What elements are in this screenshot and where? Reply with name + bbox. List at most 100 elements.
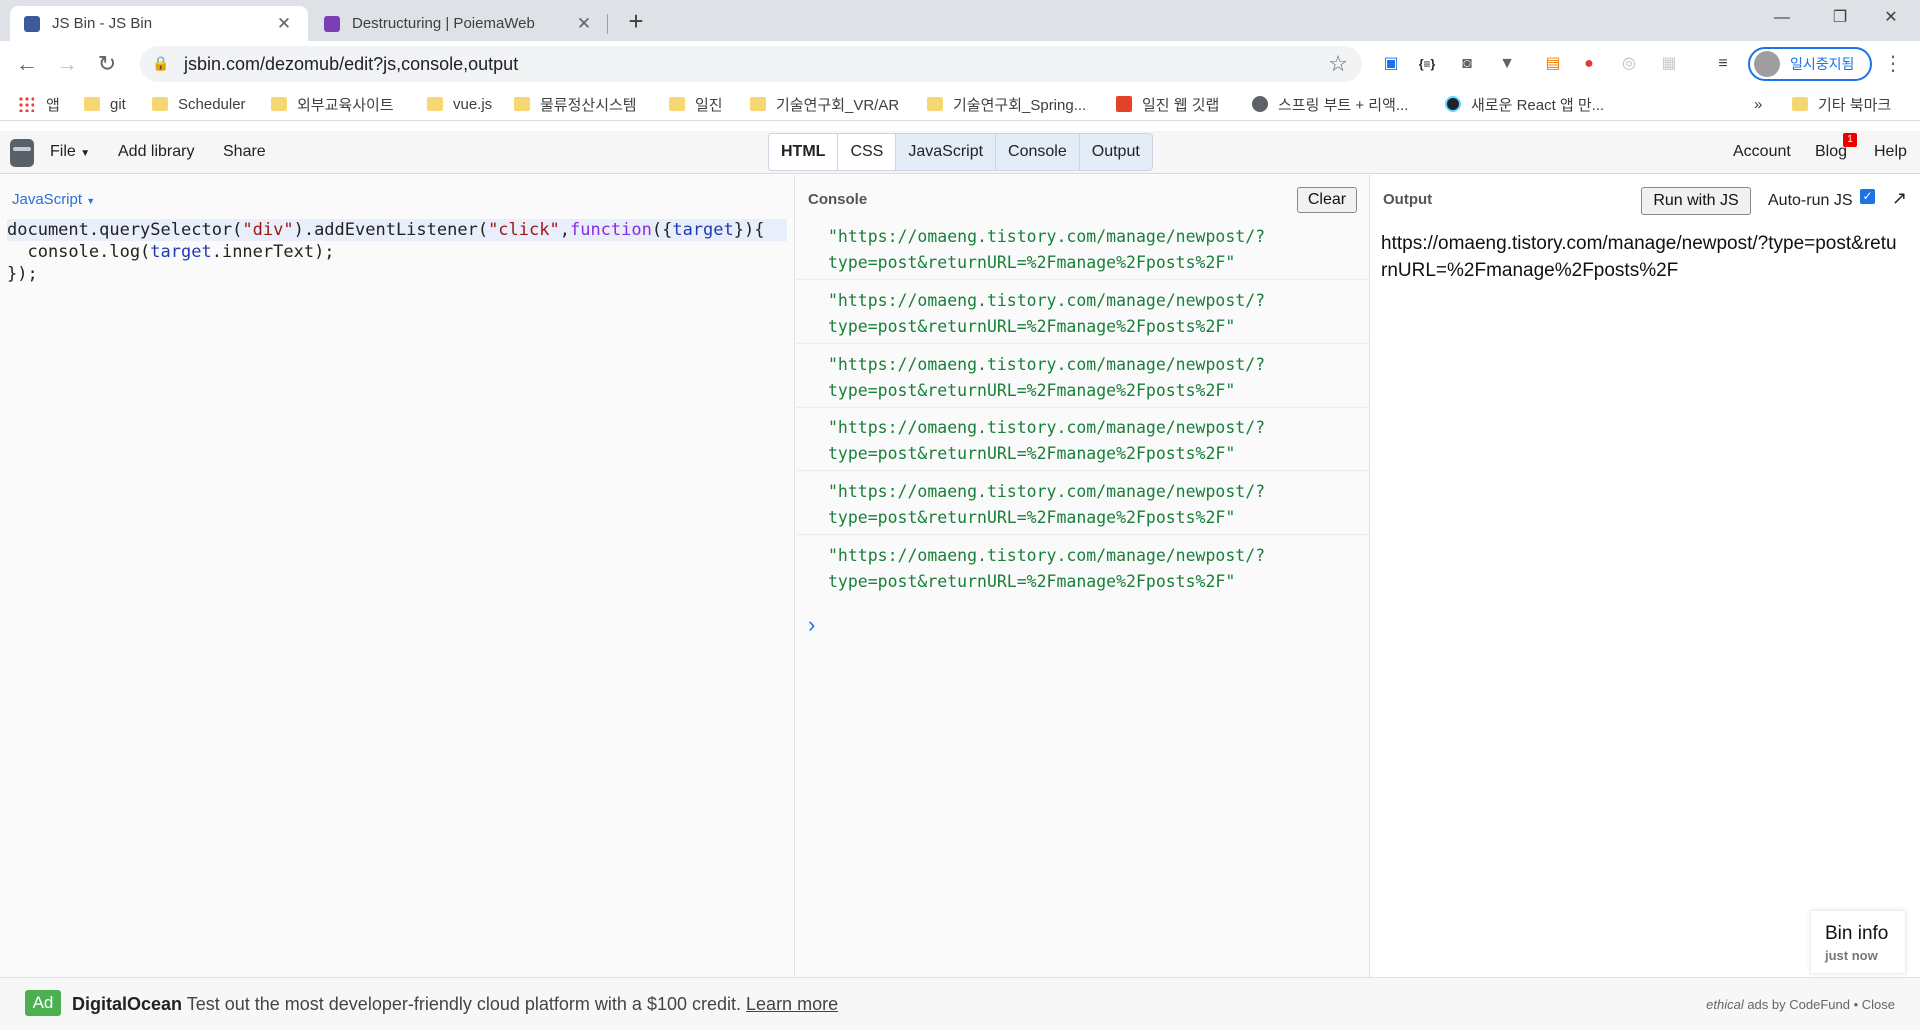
bin-info-panel[interactable]: Bin info just now (1810, 910, 1906, 974)
bookmark-label: vue.js (453, 95, 493, 113)
bookmark-label: Scheduler (178, 95, 246, 113)
bookmark-label: 기술연구회_Spring... (953, 96, 1087, 114)
bookmark-folder[interactable]: 기술연구회_Spring... (927, 93, 1086, 115)
bookmark-link[interactable]: 스프링 부트 + 리액... (1252, 93, 1408, 115)
learn-more-link[interactable]: Learn more (746, 994, 838, 1014)
bookmark-folder[interactable]: git (84, 93, 126, 115)
panel-toggle-console[interactable]: Console (996, 134, 1080, 170)
apps-grid-icon (18, 96, 34, 112)
tab-jsbin[interactable]: JS Bin - JS Bin ✕ (10, 6, 308, 41)
ad-close-link[interactable]: Close (1862, 997, 1895, 1012)
help-link[interactable]: Help (1874, 143, 1907, 161)
bookmarks-overflow-button[interactable]: » (1754, 93, 1762, 115)
folder-icon (152, 97, 168, 111)
puzzle-extension-icon[interactable]: ▦ (1656, 51, 1682, 77)
clear-console-button[interactable]: Clear (1297, 187, 1357, 213)
panel-toggle-javascript[interactable]: JavaScript (896, 134, 997, 170)
bookmark-apps[interactable]: 앱 (18, 93, 60, 115)
bin-info-time: just now (1825, 948, 1878, 963)
reload-button[interactable]: ↻ (90, 47, 124, 81)
new-tab-button[interactable]: + (622, 8, 650, 36)
ad-text: DigitalOcean Test out the most developer… (72, 994, 838, 1015)
clock-extension-icon[interactable]: ◎ (1616, 51, 1642, 77)
bookmark-label: 앱 (46, 96, 60, 114)
ad-attribution: ethical ads by CodeFund • Close (1706, 997, 1895, 1012)
json-extension-icon[interactable]: {≡} (1414, 51, 1440, 77)
bookmark-star-icon[interactable]: ☆ (1328, 51, 1348, 77)
react-icon (1445, 96, 1461, 112)
profile-button[interactable]: 일시중지됨 (1748, 47, 1872, 81)
account-link[interactable]: Account (1733, 143, 1791, 161)
forward-button[interactable]: → (50, 47, 84, 81)
run-with-js-button[interactable]: Run with JS (1641, 187, 1751, 215)
folder-icon (750, 97, 766, 111)
panel-toggle-html[interactable]: HTML (769, 134, 839, 170)
minimize-button[interactable]: — (1753, 0, 1811, 36)
file-menu-label: File (50, 143, 76, 160)
console-log-entry: "https://omaeng.tistory.com/manage/newpo… (796, 281, 1370, 344)
gitlab-icon (1116, 96, 1132, 112)
camera-extension-icon[interactable]: ◙ (1454, 51, 1480, 77)
bookmark-folder[interactable]: vue.js (427, 93, 492, 115)
address-bar[interactable]: 🔒 jsbin.com/dezomub/edit?js,console,outp… (140, 46, 1362, 82)
rss-extension-icon[interactable]: ▤ (1540, 51, 1566, 77)
caret-down-icon: ▼ (80, 148, 91, 159)
tab-separator (607, 14, 608, 34)
file-menu[interactable]: File ▼ (50, 143, 90, 161)
profile-label: 일시중지됨 (1790, 56, 1855, 72)
output-text[interactable]: https://omaeng.tistory.com/manage/newpos… (1381, 230, 1901, 284)
bookmark-folder[interactable]: 일진 (669, 93, 723, 115)
bookmark-gitlab[interactable]: 일진 웹 깃랩 (1116, 93, 1219, 115)
console-log-entry: "https://omaeng.tistory.com/manage/newpo… (796, 472, 1370, 535)
close-tab-icon[interactable]: ✕ (274, 14, 294, 34)
bookmark-label: 물류정산시스템 (540, 96, 637, 114)
close-window-button[interactable]: ✕ (1862, 0, 1920, 36)
ad-message: Test out the most developer-friendly clo… (186, 994, 742, 1014)
url-text: jsbin.com/dezomub/edit?js,console,output (184, 53, 519, 74)
caret-down-icon: ▼ (86, 196, 96, 206)
bookmark-folder[interactable]: 물류정산시스템 (514, 93, 637, 115)
code-line: document.querySelector("div").addEventLi… (7, 219, 787, 241)
autorun-checkbox[interactable]: ✓ (1860, 189, 1875, 204)
bookmark-label: 기술연구회_VR/AR (776, 96, 900, 114)
bookmark-label: 스프링 부트 + 리액... (1278, 96, 1409, 114)
language-selector[interactable]: JavaScript ▼ (12, 191, 95, 208)
other-bookmarks-folder[interactable]: 기타 북마크 (1792, 93, 1891, 115)
console-log-entry: "https://omaeng.tistory.com/manage/newpo… (796, 408, 1370, 471)
panel-toggle-css[interactable]: CSS (838, 134, 897, 170)
folder-icon (927, 97, 943, 111)
browser-menu-icon[interactable]: ⋮ (1880, 51, 1906, 77)
bookmark-label: git (110, 95, 126, 113)
folder-icon (669, 97, 685, 111)
jsbin-logo-icon[interactable] (10, 139, 34, 167)
bookmark-folder[interactable]: 외부교육사이트 (271, 93, 394, 115)
popout-arrow-icon[interactable]: ↗ (1892, 188, 1907, 209)
bookmark-label: 새로운 React 앱 만... (1471, 96, 1605, 114)
globe-icon (1252, 96, 1268, 112)
avatar (1754, 51, 1780, 77)
reading-list-icon[interactable]: ≡ (1710, 51, 1736, 77)
bookmark-folder[interactable]: 기술연구회_VR/AR (750, 93, 899, 115)
output-pane: Output (1371, 175, 1920, 977)
console-pane-label: Console (808, 191, 868, 208)
maximize-button[interactable]: ❐ (1811, 0, 1869, 36)
color-extension-icon[interactable]: ● (1576, 51, 1602, 77)
ad-attribution-text[interactable]: ads by CodeFund • (1747, 997, 1858, 1012)
blog-notification-badge: 1 (1843, 133, 1857, 147)
language-label: JavaScript (12, 191, 83, 208)
folder-icon (1792, 97, 1808, 111)
output-pane-label: Output (1383, 191, 1433, 208)
panel-toggle-output[interactable]: Output (1079, 134, 1152, 170)
close-tab-icon[interactable]: ✕ (574, 14, 594, 34)
code-editor[interactable]: document.querySelector("div").addEventLi… (7, 219, 787, 285)
console-prompt-input[interactable]: › (808, 612, 815, 638)
folder-icon (514, 97, 530, 111)
extension-screen-icon[interactable]: ▣ (1378, 51, 1404, 77)
vue-devtools-icon[interactable]: ▼ (1494, 51, 1520, 77)
back-button[interactable]: ← (10, 47, 44, 81)
share-menu[interactable]: Share (223, 143, 266, 161)
tab-poiemaweb[interactable]: Destructuring | PoiemaWeb ✕ (310, 6, 608, 41)
bookmark-folder[interactable]: Scheduler (152, 93, 246, 115)
bookmark-link[interactable]: 새로운 React 앱 만... (1445, 93, 1604, 115)
add-library-menu[interactable]: Add library (118, 143, 194, 161)
